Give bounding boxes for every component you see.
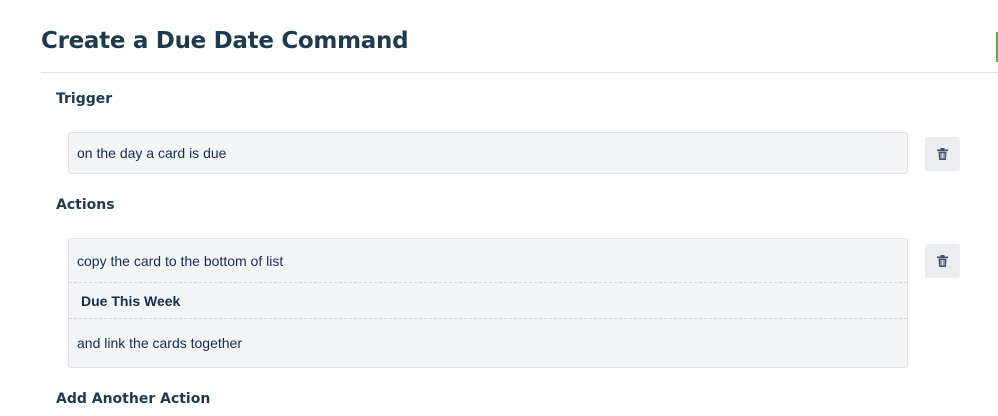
- title-divider: [41, 72, 998, 73]
- add-action-heading: Add Another Action: [56, 391, 211, 407]
- action-item[interactable]: copy the card to the bottom of list Due …: [68, 238, 908, 368]
- action-text: copy the card to the bottom of list: [77, 252, 284, 269]
- actions-heading: Actions: [56, 197, 115, 213]
- trigger-field[interactable]: on the day a card is due: [68, 132, 908, 174]
- delete-trigger-button[interactable]: [925, 137, 960, 171]
- trigger-text: on the day a card is due: [77, 145, 227, 161]
- trigger-heading: Trigger: [56, 91, 113, 107]
- trash-icon: [937, 255, 948, 267]
- action-list-name[interactable]: Due This Week: [69, 282, 907, 318]
- trash-icon: [937, 148, 948, 160]
- page-title: Create a Due Date Command: [41, 28, 409, 54]
- delete-action-button[interactable]: [925, 244, 960, 278]
- action-text-link: and link the cards together: [69, 318, 907, 367]
